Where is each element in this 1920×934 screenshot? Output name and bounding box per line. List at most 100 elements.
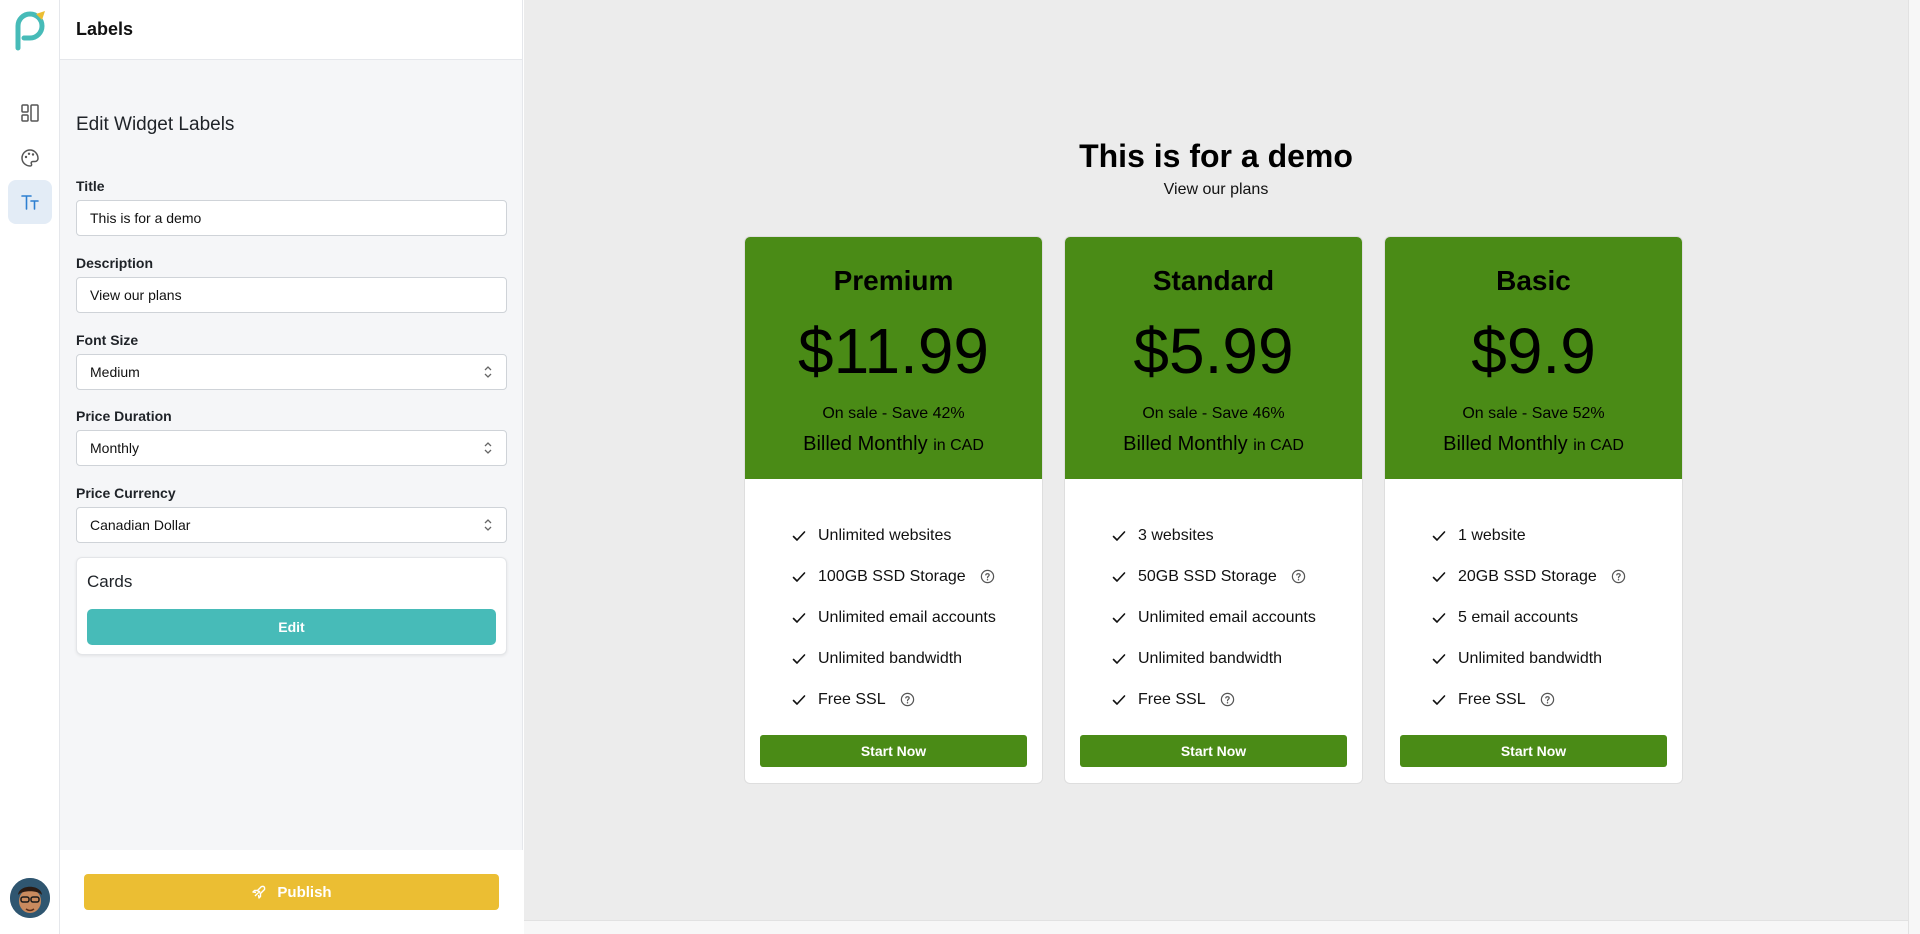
help-icon[interactable] (900, 692, 915, 707)
feature-item: 100GB SSD Storage (791, 556, 1042, 597)
check-icon (792, 571, 806, 582)
select-chevron-icon (484, 442, 492, 454)
check-icon (1112, 612, 1126, 623)
font-size-value: Medium (90, 364, 140, 380)
user-avatar[interactable] (10, 878, 50, 918)
rocket-icon (252, 885, 266, 899)
plan-card: Premium $11.99 On sale - Save 42% Billed Mo… (744, 236, 1043, 784)
plan-price: $11.99 (798, 315, 989, 387)
feature-item: Unlimited websites (791, 515, 1042, 556)
price-duration-field: Price Duration Monthly (76, 408, 507, 466)
text-size-icon[interactable] (8, 180, 52, 224)
feature-item: 3 websites (1111, 515, 1362, 556)
feature-text: Unlimited bandwidth (818, 649, 963, 667)
check-icon (792, 612, 806, 623)
palette-icon[interactable] (8, 136, 52, 180)
help-icon[interactable] (1540, 692, 1555, 707)
plan-currency-note: in CAD (1253, 437, 1304, 454)
help-icon[interactable] (980, 569, 995, 584)
feature-list: 1 website 20GB SSD Storage 5 email account… (1385, 479, 1682, 720)
feature-item: Unlimited email accounts (791, 597, 1042, 638)
widget-description: View our plans (1163, 181, 1269, 198)
title-label: Title (76, 178, 105, 194)
check-icon (792, 653, 806, 664)
edit-cards-button[interactable]: Edit (87, 609, 496, 645)
start-now-button[interactable]: Start Now (1400, 735, 1667, 767)
plan-card: Basic $9.9 On sale - Save 52% Billed Monthl… (1384, 236, 1683, 784)
help-icon[interactable] (1611, 569, 1626, 584)
plan-billing: Billed Monthly in CAD (1385, 433, 1682, 456)
feature-text: Unlimited bandwidth (1138, 649, 1283, 667)
feature-item: 20GB SSD Storage (1431, 556, 1682, 597)
check-icon (1432, 694, 1446, 705)
vertical-scrollbar[interactable] (1908, 0, 1920, 934)
start-now-button[interactable]: Start Now (760, 735, 1027, 767)
feature-text: Unlimited email accounts (1138, 608, 1316, 626)
feature-item: Free SSL (1431, 679, 1682, 720)
check-icon (792, 694, 806, 705)
plan-header: Basic $9.9 On sale - Save 52% Billed Monthl… (1385, 237, 1682, 479)
plan-sale-text: On sale - Save 52% (1462, 405, 1605, 422)
font-size-label: Font Size (76, 332, 139, 348)
feature-item: 5 email accounts (1431, 597, 1682, 638)
feature-text: Unlimited email accounts (818, 608, 996, 626)
feature-item: Unlimited bandwidth (1431, 638, 1682, 679)
plan-header: Standard $5.99 On sale - Save 46% Billed Mo… (1065, 237, 1362, 479)
description-input[interactable]: View our plans (76, 277, 507, 313)
check-icon (1112, 653, 1126, 664)
plan-price: $9.9 (1471, 315, 1596, 387)
price-currency-select[interactable]: Canadian Dollar (76, 507, 507, 543)
price-duration-select[interactable]: Monthly (76, 430, 507, 466)
panel-header: Labels (60, 0, 522, 60)
check-icon (1112, 571, 1126, 582)
icon-rail (0, 0, 60, 934)
check-icon (1432, 530, 1446, 541)
feature-text: 1 website (1458, 526, 1526, 544)
publish-label: Publish (277, 883, 332, 901)
check-icon (1432, 653, 1446, 664)
font-size-select[interactable]: Medium (76, 354, 507, 390)
feature-item: 50GB SSD Storage (1111, 556, 1362, 597)
settings-panel: Labels Edit Widget Labels Title This is … (60, 0, 523, 934)
layout-icon[interactable] (8, 91, 52, 135)
horizontal-scrollbar[interactable] (524, 920, 1908, 934)
check-icon (1112, 530, 1126, 541)
plan-billing: Billed Monthly in CAD (1065, 433, 1362, 456)
feature-text: Free SSL (1458, 690, 1526, 708)
plan-billing: Billed Monthly in CAD (745, 433, 1042, 456)
price-currency-label: Price Currency (76, 485, 176, 501)
check-icon (792, 530, 806, 541)
cards-title: Cards (87, 572, 133, 591)
feature-text: 5 email accounts (1458, 608, 1579, 626)
feature-text: 50GB SSD Storage (1138, 567, 1277, 585)
publish-button[interactable]: Publish (84, 874, 499, 910)
widget-preview: This is for a demo View our plans Premiu… (524, 0, 1908, 920)
check-icon (1112, 694, 1126, 705)
plan-billed-text: Billed Monthly (1123, 433, 1248, 455)
title-field: Title This is for a demo (76, 178, 507, 236)
plan-name: Premium (833, 265, 954, 296)
start-now-button[interactable]: Start Now (1080, 735, 1347, 767)
feature-item: 1 website (1431, 515, 1682, 556)
feature-list: 3 websites 50GB SSD Storage Unlimited emai… (1065, 479, 1362, 720)
app-logo[interactable] (12, 8, 48, 52)
price-currency-field: Price Currency Canadian Dollar (76, 485, 507, 543)
plan-currency-note: in CAD (1573, 437, 1624, 454)
feature-text: Free SSL (1138, 690, 1206, 708)
plan-name: Standard (1152, 265, 1275, 296)
feature-text: Unlimited bandwidth (1458, 649, 1603, 667)
check-icon (1432, 612, 1446, 623)
price-duration-value: Monthly (90, 440, 140, 456)
plan-sale-text: On sale - Save 46% (1142, 405, 1285, 422)
help-icon[interactable] (1291, 569, 1306, 584)
title-input[interactable]: This is for a demo (76, 200, 507, 236)
select-chevron-icon (484, 519, 492, 531)
plan-billed-text: Billed Monthly (1443, 433, 1568, 455)
check-icon (1432, 571, 1446, 582)
feature-item: Unlimited email accounts (1111, 597, 1362, 638)
plan-sale-text: On sale - Save 42% (822, 405, 965, 422)
help-icon[interactable] (1220, 692, 1235, 707)
feature-text: 100GB SSD Storage (818, 567, 966, 585)
plan-currency-note: in CAD (933, 437, 984, 454)
widget-title: This is for a demo (1079, 138, 1353, 174)
